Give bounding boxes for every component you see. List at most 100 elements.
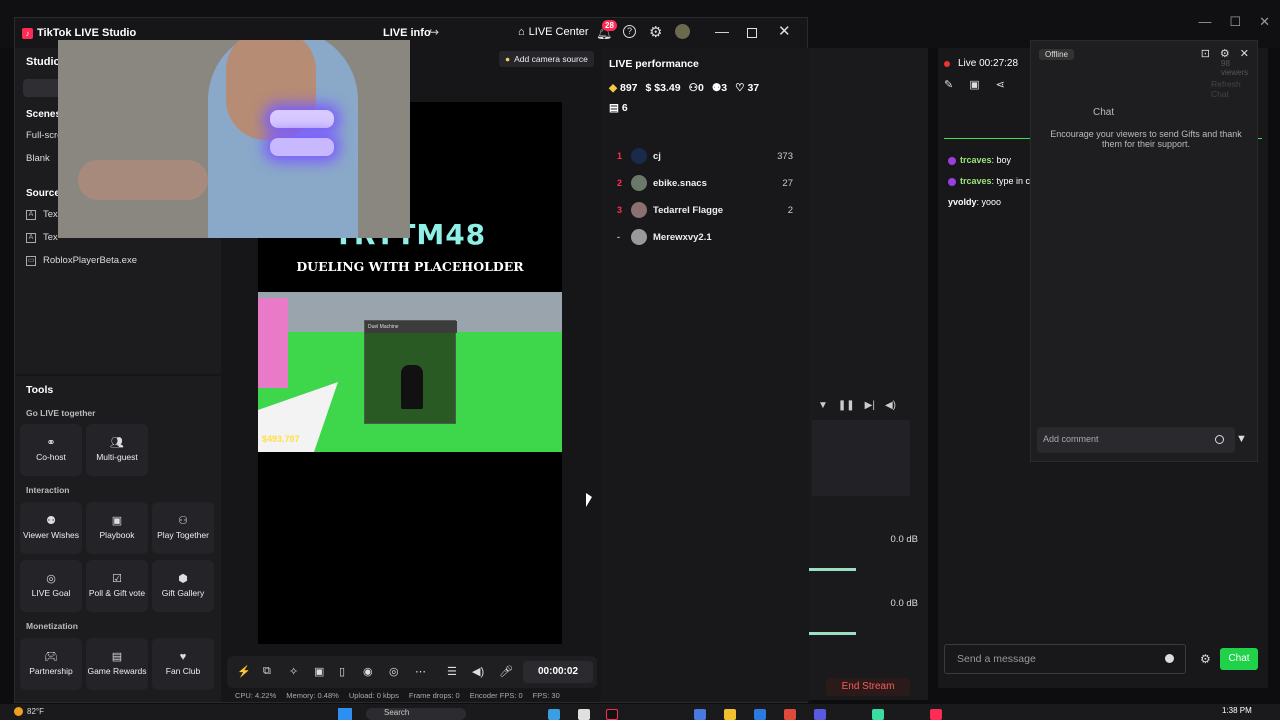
taskbar-search[interactable]: Search (366, 708, 466, 720)
add-camera-source-button[interactable]: ● Add camera source (499, 51, 594, 67)
avatar (631, 229, 647, 245)
stream-control-bar: ⚡ ⧉ ✧ ▣ ▯ ◉ ◎ ⋯ ☰ ◀) 🎤︎ 00:00:02 (227, 656, 597, 688)
screen-icon[interactable]: ▣ (314, 665, 324, 678)
add-comment-input[interactable]: Add comment (1037, 427, 1235, 453)
poll-icon: ☑ (112, 572, 122, 585)
app-icon[interactable] (694, 709, 706, 720)
pause-icon[interactable]: ❚❚ (838, 400, 855, 411)
ranking-row[interactable]: - Merewxvy2.1 (617, 229, 793, 247)
app-icon[interactable] (872, 709, 884, 720)
partnership-button[interactable]: 🎮︎ Partnership (20, 638, 82, 690)
live-goal-button[interactable]: ◎ LIVE Goal (20, 560, 82, 612)
lock-icon[interactable]: ⊡ (1201, 47, 1210, 60)
tiktok-studio-icon[interactable] (930, 709, 942, 720)
chrome-icon[interactable] (784, 709, 796, 720)
audio-slider-1[interactable] (808, 568, 856, 571)
wishes-icon: ⚉ (46, 514, 56, 527)
emoji-icon[interactable] (1165, 654, 1174, 663)
record-icon[interactable]: ◉ (363, 665, 373, 678)
earnings-stat: $ $3.49 (645, 82, 681, 94)
fan-club-button[interactable]: ♥ Fan Club (152, 638, 214, 690)
webcam-feed[interactable] (58, 40, 410, 238)
share-icon[interactable]: ⋖ (996, 78, 1005, 91)
chat-overlay-window: Offline ⊡ ⚙ ✕ 98 viewers Refresh Chat Ch… (1030, 40, 1258, 462)
controller-icon: ⚇ (178, 514, 188, 527)
multiguest-button[interactable]: 👥︎ Multi-guest (86, 424, 148, 476)
lightbulb-icon: ● (505, 54, 511, 64)
rank-username: Tedarrel Flagge (653, 205, 724, 216)
help-icon[interactable]: ? (623, 25, 636, 38)
windows-start-icon[interactable] (338, 708, 352, 720)
ranking-row[interactable]: 1 cj 373 (617, 148, 793, 166)
edge-icon[interactable] (548, 709, 560, 720)
ranking-row[interactable]: 3 Tedarrel Flagge 2 (617, 202, 793, 220)
more-icon[interactable]: ⋯ (415, 665, 426, 678)
effects-icon[interactable]: ✧ (289, 665, 298, 678)
emoji-icon[interactable] (1215, 435, 1224, 444)
game-money-text: $493.787 (262, 434, 300, 444)
refresh-chat-button[interactable]: Refresh Chat (1211, 79, 1257, 99)
webcam-hand (78, 160, 208, 200)
magic-wand-icon[interactable]: ⚡ (237, 665, 251, 678)
send-message-input[interactable]: Send a message (944, 644, 1186, 674)
go-live-together-label: Go LIVE together (26, 408, 96, 418)
tools-title: Tools (26, 384, 54, 396)
maximize-icon[interactable] (747, 28, 757, 38)
tiktok-icon[interactable] (606, 709, 618, 720)
viewer-wishes-button[interactable]: ⚉ Viewer Wishes (20, 502, 82, 554)
layout-icon[interactable]: ⧉ (263, 665, 271, 678)
playbook-button[interactable]: ▣ Playbook (86, 502, 148, 554)
overlay-subtitle-text: DUELING WITH PLACEHOLDER (296, 259, 524, 274)
gift-gallery-button[interactable]: ⬢ Gift Gallery (152, 560, 214, 612)
share-icon[interactable]: ↪ (429, 25, 439, 39)
play-together-button[interactable]: ⚇ Play Together (152, 502, 214, 554)
next-icon[interactable]: ▶| (865, 400, 875, 411)
filter-icon[interactable]: ▼ (1236, 433, 1247, 445)
chat-send-button[interactable]: Chat (1220, 648, 1258, 670)
avatar[interactable] (675, 24, 690, 39)
mail-icon[interactable] (754, 709, 766, 720)
minimize-icon[interactable]: — (715, 23, 729, 39)
close-icon[interactable]: ✕ (1259, 14, 1270, 30)
sliders-icon[interactable]: ☰ (447, 665, 457, 678)
live-center-button[interactable]: ⌂ LIVE Center (518, 26, 589, 38)
speaker-icon[interactable]: ◀) (472, 665, 484, 678)
source-item[interactable]: ▭ RobloxPlayerBeta.exe (26, 255, 137, 266)
maximize-icon[interactable]: ☐ (1229, 14, 1241, 30)
volume-icon[interactable]: ◀) (885, 400, 896, 411)
cohost-button[interactable]: ⚭ Co-host (20, 424, 82, 476)
folder-icon[interactable] (724, 709, 736, 720)
minimize-icon[interactable]: — (1198, 14, 1211, 30)
edit-icon[interactable]: ✎ (944, 78, 953, 91)
audio-slider-2[interactable] (808, 632, 856, 635)
rank-number: - (617, 232, 620, 242)
gifts-stat: ▤ 6 (609, 102, 628, 114)
weather-widget[interactable]: 82°F (14, 707, 44, 716)
gear-icon[interactable]: ⚙ (1200, 652, 1211, 666)
microphone-icon[interactable]: 🎤︎ (499, 665, 513, 678)
source-item[interactable]: A Tex (26, 209, 58, 220)
end-stream-button[interactable]: End Stream (826, 678, 910, 696)
link-icon: ⚭ (46, 436, 56, 449)
window-source-icon: ▭ (26, 255, 36, 266)
rank-number: 3 (617, 205, 623, 215)
rank-score: 373 (777, 151, 793, 162)
gift-box-icon[interactable]: ▣ (969, 78, 979, 91)
cpu-stat: CPU: 4.22% (235, 691, 277, 700)
close-icon[interactable]: ✕ (778, 22, 791, 40)
live-info-button[interactable]: LIVE info (383, 27, 431, 39)
camera-icon[interactable]: ◎ (389, 665, 399, 678)
store-icon[interactable] (578, 709, 590, 720)
overlay-chat-label: Chat (1093, 107, 1115, 118)
scene-item[interactable]: Full-scre (26, 130, 62, 141)
source-item[interactable]: A Tex (26, 232, 58, 243)
poll-gift-vote-button[interactable]: ☑ Poll & Gift vote (86, 560, 148, 612)
game-avatar-figure (401, 365, 423, 409)
phone-icon[interactable]: ▯ (339, 665, 345, 678)
gear-icon[interactable]: ⚙ (649, 23, 662, 41)
filter-icon[interactable]: ▼ (818, 400, 828, 411)
game-rewards-button[interactable]: ▤ Game Rewards (86, 638, 148, 690)
scene-item[interactable]: Blank (26, 153, 50, 164)
app-icon[interactable] (814, 709, 826, 720)
ranking-row[interactable]: 2 ebike.snacs 27 (617, 175, 793, 193)
